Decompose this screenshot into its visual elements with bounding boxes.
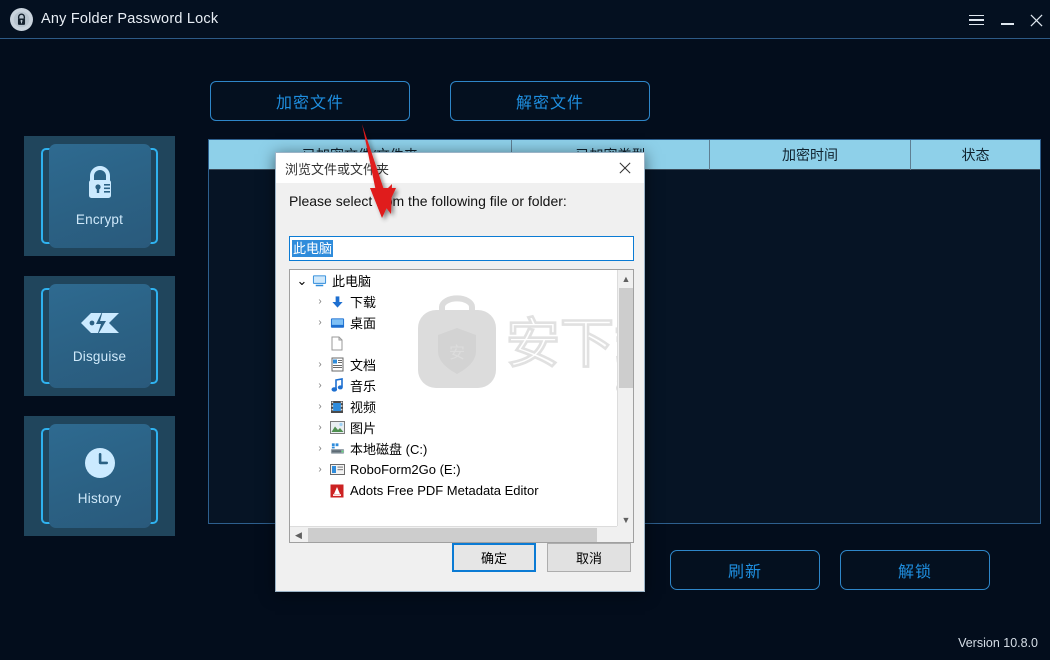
- disguise-eye-icon: [79, 308, 121, 343]
- tree-item[interactable]: ⌄ 此电脑: [290, 270, 615, 291]
- removable-drive-icon: [328, 463, 346, 476]
- tree-item[interactable]: › 本地磁盘 (C:): [290, 438, 615, 459]
- sidebar-item-label: Disguise: [72, 349, 127, 364]
- sidebar-encrypt-inner: Encrypt: [48, 144, 151, 248]
- tree-vertical-scrollbar[interactable]: ▲ ▼: [617, 270, 633, 528]
- tree-item[interactable]: [290, 333, 615, 354]
- frame-bar: [41, 302, 43, 370]
- tree-item[interactable]: › 文档: [290, 354, 615, 375]
- tree-item-label: 桌面: [350, 316, 377, 331]
- dialog-prompt: Please select from the following file or…: [289, 193, 567, 209]
- column-header-status[interactable]: 状态: [911, 140, 1040, 170]
- sidebar-item-label: History: [77, 491, 122, 506]
- dialog-title-bar: 浏览文件或文件夹: [276, 153, 644, 183]
- hard-disk-icon: [328, 442, 346, 456]
- chevron-right-icon[interactable]: ›: [312, 422, 328, 433]
- hamburger-menu-icon[interactable]: [964, 8, 988, 32]
- tree-item-label: 图片: [350, 421, 377, 436]
- frame-bar: [156, 442, 158, 510]
- version-label: Version 10.8.0: [958, 636, 1038, 650]
- padlock-icon: [83, 165, 117, 206]
- tree-item-label: Adots Free PDF Metadata Editor: [350, 483, 539, 498]
- folder-tree[interactable]: 安 安下载 anxz.com ⌄此电脑›下载›桌面›文档›音乐›视频›图片›本地…: [289, 269, 634, 543]
- pdf-app-icon: [328, 484, 346, 498]
- hscroll-thumb[interactable]: [308, 528, 597, 542]
- ok-button[interactable]: 确定: [452, 543, 536, 572]
- frame-bar: [41, 442, 43, 510]
- documents-icon: [328, 357, 346, 372]
- title-bar: Any Folder Password Lock: [0, 0, 1050, 39]
- download-arrow-icon: [328, 295, 346, 309]
- chevron-right-icon[interactable]: ›: [312, 359, 328, 370]
- unlock-button[interactable]: 解锁: [840, 550, 990, 590]
- chevron-right-icon[interactable]: ›: [312, 317, 328, 328]
- decrypt-file-tab[interactable]: 解密文件: [450, 81, 650, 121]
- frame-bar: [156, 302, 158, 370]
- sidebar-history-inner: History: [48, 424, 151, 528]
- sidebar-item-encrypt[interactable]: Encrypt: [24, 136, 175, 256]
- application-window: Any Folder Password Lock Encrypt Disguis…: [0, 0, 1050, 660]
- sidebar: Encrypt Disguise History: [0, 39, 200, 660]
- dialog-close-icon[interactable]: [612, 157, 638, 179]
- frame-bar: [156, 162, 158, 230]
- music-note-icon: [328, 378, 346, 393]
- tree-item-label: 视频: [350, 400, 377, 415]
- tree-item[interactable]: › 音乐: [290, 375, 615, 396]
- chevron-right-icon[interactable]: ›: [312, 401, 328, 412]
- path-input-value: 此电脑: [292, 240, 334, 257]
- tree-item[interactable]: Adots Free PDF Metadata Editor: [290, 480, 615, 501]
- tree-item[interactable]: › RoboForm2Go (E:): [290, 459, 615, 480]
- scroll-up-icon[interactable]: ▲: [618, 270, 633, 287]
- sidebar-disguise-inner: Disguise: [48, 284, 151, 388]
- chevron-right-icon[interactable]: ›: [312, 296, 328, 307]
- tree-horizontal-scrollbar[interactable]: ◀ ▶: [290, 526, 633, 542]
- sidebar-item-history[interactable]: History: [24, 416, 175, 536]
- blank-document-icon: [328, 336, 346, 351]
- tree-item-label: 下载: [350, 295, 377, 310]
- sidebar-item-disguise[interactable]: Disguise: [24, 276, 175, 396]
- vscroll-thumb[interactable]: [619, 288, 633, 388]
- tree-item-label: 文档: [350, 358, 377, 373]
- chevron-right-icon[interactable]: ›: [312, 443, 328, 454]
- tree-item-label: 音乐: [350, 379, 377, 394]
- chevron-down-icon[interactable]: ⌄: [294, 274, 310, 287]
- tree-item-label: RoboForm2Go (E:): [350, 462, 461, 477]
- monitor-icon: [310, 274, 328, 288]
- tree-item[interactable]: › 桌面: [290, 312, 615, 333]
- minimize-icon[interactable]: [995, 8, 1019, 32]
- desktop-icon: [328, 316, 346, 330]
- refresh-button[interactable]: 刷新: [670, 550, 820, 590]
- tree-item[interactable]: › 视频: [290, 396, 615, 417]
- tree-item[interactable]: › 图片: [290, 417, 615, 438]
- video-icon: [328, 400, 346, 414]
- app-title: Any Folder Password Lock: [41, 11, 219, 27]
- sidebar-item-label: Encrypt: [75, 212, 124, 227]
- browse-folder-dialog: 浏览文件或文件夹 Please select from the followin…: [275, 152, 645, 592]
- pictures-icon: [328, 421, 346, 434]
- chevron-right-icon[interactable]: ›: [312, 464, 328, 475]
- column-header-time[interactable]: 加密时间: [710, 140, 911, 170]
- encrypt-file-tab[interactable]: 加密文件: [210, 81, 410, 121]
- frame-bar: [41, 162, 43, 230]
- cancel-button[interactable]: 取消: [547, 543, 631, 572]
- close-icon[interactable]: [1024, 8, 1048, 32]
- path-input[interactable]: 此电脑: [289, 236, 634, 261]
- app-logo-lock-circle-icon: [10, 8, 33, 31]
- scrollbar-corner: [617, 526, 633, 542]
- clock-icon: [83, 446, 117, 485]
- tree-item[interactable]: › 下载: [290, 291, 615, 312]
- chevron-right-icon[interactable]: ›: [312, 380, 328, 391]
- dialog-title: 浏览文件或文件夹: [285, 162, 390, 177]
- tree-item-label: 此电脑: [332, 274, 372, 289]
- scroll-left-icon[interactable]: ◀: [290, 527, 307, 542]
- folder-tree-list: ⌄ 此电脑 › 下载 › 桌面 › 文档 › 音乐 › 视频 › 图片 › 本地磁盘 (C:) › RoboFor…: [290, 270, 615, 528]
- tree-item-label: 本地磁盘 (C:): [350, 442, 428, 457]
